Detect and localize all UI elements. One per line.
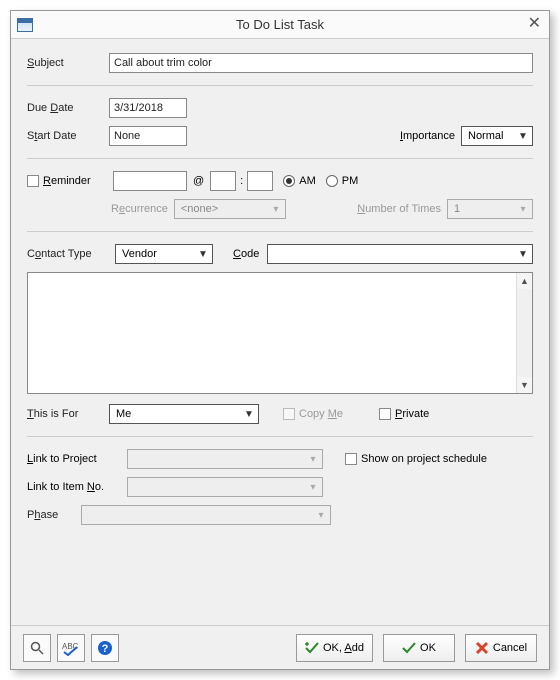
contact-type-label: Contact Type	[27, 248, 115, 260]
ok-button[interactable]: OK	[383, 634, 455, 662]
link-project-dropdown[interactable]: ▾	[127, 449, 323, 469]
spellcheck-button[interactable]: ABC	[57, 634, 85, 662]
private-label: Private	[395, 408, 429, 420]
chevron-down-icon: ▼	[516, 249, 530, 260]
scroll-track[interactable]	[517, 289, 532, 377]
window-title: To Do List Task	[11, 17, 549, 32]
due-date-label: Due Date	[27, 102, 109, 114]
copy-me-label: Copy Me	[299, 408, 343, 420]
separator	[27, 158, 533, 159]
show-project-checkbox[interactable]	[345, 453, 357, 465]
importance-dropdown[interactable]: Normal ▼	[461, 126, 533, 146]
this-is-for-dropdown[interactable]: Me ▼	[109, 404, 259, 424]
at-symbol: @	[193, 175, 204, 187]
time-colon: :	[240, 175, 243, 187]
check-plus-icon	[305, 641, 319, 655]
subject-label: Subject	[27, 57, 109, 69]
titlebar: To Do List Task ✕	[11, 11, 549, 39]
chevron-down-icon: ▾	[516, 204, 530, 215]
reminder-minute-input[interactable]	[247, 171, 273, 191]
ok-add-button[interactable]: OK, Add	[296, 634, 373, 662]
contact-type-dropdown[interactable]: Vendor ▼	[115, 244, 213, 264]
private-checkbox[interactable]	[379, 408, 391, 420]
recurrence-label: Recurrence	[111, 203, 168, 215]
chevron-down-icon: ▼	[196, 249, 210, 260]
due-date-input[interactable]	[109, 98, 187, 118]
scrollbar[interactable]: ▲ ▼	[516, 273, 532, 393]
check-icon	[402, 641, 416, 655]
this-is-for-value: Me	[116, 408, 131, 420]
svg-text:?: ?	[102, 643, 109, 655]
reminder-date-input[interactable]	[113, 171, 187, 191]
number-of-times-value: 1	[454, 203, 460, 215]
recurrence-value: <none>	[181, 203, 218, 215]
pm-radio[interactable]	[326, 175, 338, 187]
importance-value: Normal	[468, 130, 503, 142]
cancel-button[interactable]: Cancel	[465, 634, 537, 662]
spellcheck-icon: ABC	[62, 640, 80, 656]
number-of-times-label: Number of Times	[357, 203, 441, 215]
separator	[27, 85, 533, 86]
copy-me-checkbox	[283, 408, 295, 420]
reminder-checkbox[interactable]	[27, 175, 39, 187]
phase-dropdown[interactable]: ▾	[81, 505, 331, 525]
separator	[27, 231, 533, 232]
search-icon	[29, 640, 45, 656]
link-item-dropdown[interactable]: ▾	[127, 477, 323, 497]
chevron-down-icon: ▾	[269, 204, 283, 215]
content-area: Subject Due Date Start Date Importance N…	[11, 39, 549, 543]
pm-label: PM	[342, 175, 359, 187]
link-item-label: Link to Item No.	[27, 481, 127, 493]
chevron-down-icon: ▾	[306, 454, 320, 465]
help-icon: ?	[97, 640, 113, 656]
recurrence-dropdown: <none> ▾	[174, 199, 286, 219]
cancel-icon	[475, 641, 489, 655]
this-is-for-label: This is For	[27, 408, 109, 420]
importance-label: Importance	[400, 130, 455, 142]
chevron-down-icon: ▼	[516, 131, 530, 142]
number-of-times-dropdown: 1 ▾	[447, 199, 533, 219]
chevron-down-icon: ▼	[242, 409, 256, 420]
am-radio[interactable]	[283, 175, 295, 187]
search-button[interactable]	[23, 634, 51, 662]
start-date-input[interactable]	[109, 126, 187, 146]
am-label: AM	[299, 175, 316, 187]
notes-textarea[interactable]: ▲ ▼	[27, 272, 533, 394]
chevron-down-icon: ▾	[306, 482, 320, 493]
scroll-up-icon[interactable]: ▲	[517, 273, 532, 289]
subject-input[interactable]	[109, 53, 533, 73]
separator	[27, 436, 533, 437]
chevron-down-icon: ▾	[314, 510, 328, 521]
contact-type-value: Vendor	[122, 248, 157, 260]
help-button[interactable]: ?	[91, 634, 119, 662]
bottom-toolbar: ABC ? OK, Add OK Cancel	[11, 625, 549, 669]
todo-task-dialog: To Do List Task ✕ Subject Due Date Start…	[10, 10, 550, 670]
reminder-hour-input[interactable]	[210, 171, 236, 191]
start-date-label: Start Date	[27, 130, 109, 142]
code-dropdown[interactable]: ▼	[267, 244, 533, 264]
code-label: Code	[233, 248, 259, 260]
scroll-down-icon[interactable]: ▼	[517, 377, 532, 393]
reminder-label: Reminder	[43, 175, 107, 187]
close-icon[interactable]: ✕	[528, 15, 541, 33]
link-project-label: Link to Project	[27, 453, 127, 465]
show-project-label: Show on project schedule	[361, 453, 487, 465]
